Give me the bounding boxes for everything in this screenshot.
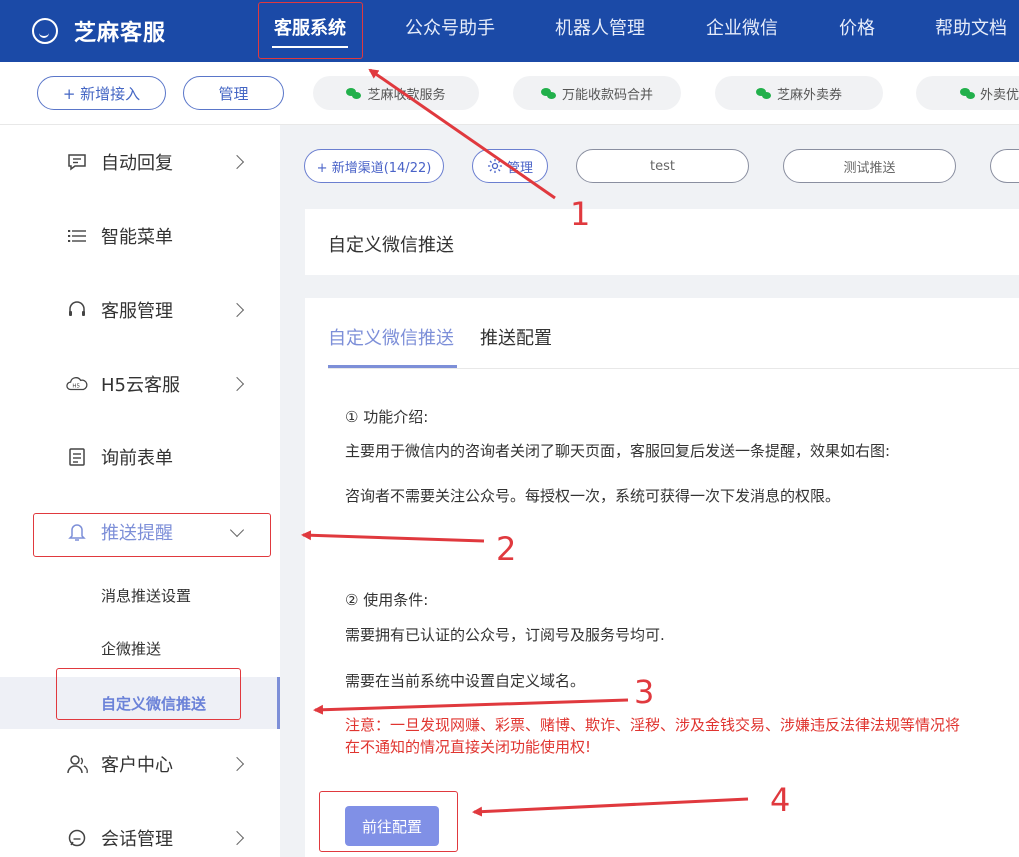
sidebar-item-label: 客户中心 (101, 755, 173, 776)
sidebar-item-push-reminder[interactable]: 推送提醒 (0, 512, 280, 552)
tab-custom-wechat-push[interactable]: 自定义微信推送 (328, 324, 454, 350)
sidebar-item-customer-center[interactable]: 客户中心 (0, 744, 280, 784)
add-access-button[interactable]: + 新增接入 (37, 76, 166, 110)
cloud-icon: H5 (66, 374, 88, 394)
sidebar-item-session-management[interactable]: 会话管理 (0, 818, 280, 857)
nav-customer-service-system[interactable]: 客服系统 (258, 0, 362, 62)
annotation-number: 4 (770, 781, 791, 819)
annotation-number: 3 (634, 673, 655, 711)
sidebar-item-label: 智能菜单 (101, 227, 173, 248)
nav-robot-management[interactable]: 机器人管理 (555, 0, 645, 62)
mini-app-chip[interactable]: 芝麻外卖券 (715, 76, 883, 110)
chevron-right-icon (229, 756, 245, 772)
intro-heading: ① 功能介绍: (345, 408, 429, 426)
sidebar-item-auto-reply[interactable]: 自动回复 (0, 142, 280, 182)
sidebar-item-pre-chat-form[interactable]: 询前表单 (0, 437, 280, 477)
go-configure-button[interactable]: 前往配置 (345, 806, 439, 846)
sidebar-item-h5-cloud-service[interactable]: H5 H5云客服 (0, 364, 280, 404)
sidebar-item-smart-menu[interactable]: 智能菜单 (0, 216, 280, 256)
wechat-icon (755, 87, 771, 99)
form-icon (66, 447, 88, 467)
sidebar-item-label: 会话管理 (101, 829, 173, 850)
chevron-right-icon (229, 376, 245, 392)
manage-channel-button[interactable]: 管理 (472, 149, 548, 183)
user-icon (66, 754, 88, 774)
annotation-number: 1 (570, 195, 591, 233)
sidebar-subitem-message-push-settings[interactable]: 消息推送设置 (0, 575, 280, 615)
page-title: 自定义微信推送 (328, 235, 454, 256)
svg-text:H5: H5 (72, 384, 80, 390)
channel-chip[interactable]: 测试推送 (783, 149, 956, 183)
channel-chip[interactable] (990, 149, 1019, 183)
intro-text: 咨询者不需要关注公众号。每授权一次，系统可获得一次下发消息的权限。 (345, 487, 841, 505)
sidebar-item-agent-management[interactable]: 客服管理 (0, 290, 280, 330)
logo-smile-icon (32, 18, 58, 44)
mini-app-chip[interactable]: 外卖优 (916, 76, 1019, 110)
warning-notice: 注意：一旦发现网赚、彩票、赌博、欺诈、淫秽、涉及金钱交易、涉嫌违反法律法规等情况… (345, 716, 961, 756)
annotation-number: 2 (496, 530, 517, 568)
conditions-heading: ② 使用条件: (345, 591, 429, 609)
sidebar-subitem-label: 消息推送设置 (101, 586, 192, 605)
nav-help-docs[interactable]: 帮助文档 (935, 0, 1007, 62)
message-icon (66, 828, 88, 848)
sidebar-item-label: 询前表单 (101, 448, 173, 469)
sidebar-item-label: 推送提醒 (101, 523, 173, 544)
chevron-right-icon (229, 302, 245, 318)
wechat-icon (540, 87, 556, 99)
sidebar-subitem-wecom-push[interactable]: 企微推送 (0, 628, 280, 668)
sidebar-subitem-label: 企微推送 (101, 639, 162, 658)
app-logo[interactable]: 芝麻客服 (32, 15, 166, 47)
sidebar-subitem-label: 自定义微信推送 (101, 694, 207, 713)
main-content: + 新增渠道(14/22) 管理 test 测试推送 自定义微信推送 自定义微信… (280, 125, 1019, 857)
wechat-icon (960, 87, 975, 99)
sidebar-item-label: H5云客服 (101, 375, 180, 396)
content-card: 自定义微信推送 推送配置 ① 功能介绍: 主要用于微信内的咨询者关闭了聊天页面，… (305, 298, 1019, 857)
wechat-icon (346, 87, 362, 99)
chevron-right-icon (229, 830, 245, 846)
add-channel-button[interactable]: + 新增渠道(14/22) (304, 149, 444, 183)
sidebar-item-label: 自动回复 (101, 153, 173, 174)
app-name: 芝麻客服 (74, 21, 167, 46)
tab-push-config[interactable]: 推送配置 (480, 324, 552, 350)
bell-icon (66, 522, 88, 542)
nav-wecom[interactable]: 企业微信 (706, 0, 778, 62)
mini-app-chip[interactable]: 芝麻收款服务 (313, 76, 479, 110)
manage-access-button[interactable]: 管理 (183, 76, 284, 110)
chat-icon (66, 152, 88, 172)
sidebar-subitem-custom-wechat-push[interactable]: 自定义微信推送 (0, 677, 280, 729)
active-tab-indicator (328, 365, 457, 368)
mini-app-chip[interactable]: 万能收款码合并 (513, 76, 681, 110)
list-icon (66, 226, 88, 246)
account-bar: + 新增接入 管理 芝麻收款服务 万能收款码合并 芝麻外卖券 外卖优 (0, 62, 1019, 125)
conditions-text: 需要拥有已认证的公众号，订阅号及服务号均可. (345, 626, 665, 644)
tab-bar: 自定义微信推送 推送配置 (328, 298, 1019, 369)
intro-text: 主要用于微信内的咨询者关闭了聊天页面，客服回复后发送一条提醒，效果如右图: (345, 442, 891, 460)
nav-pricing[interactable]: 价格 (839, 0, 875, 62)
sidebar: 自动回复 智能菜单 客服管理 H5 H5云客服 询前表单 推送提醒 消息推送设置… (0, 125, 280, 857)
gear-icon (487, 159, 502, 173)
headset-icon (66, 300, 88, 320)
sidebar-item-label: 客服管理 (101, 301, 173, 322)
nav-official-account-assistant[interactable]: 公众号助手 (405, 0, 495, 62)
chevron-right-icon (229, 154, 245, 170)
chevron-down-icon (229, 522, 245, 538)
conditions-text: 需要在当前系统中设置自定义域名。 (345, 672, 586, 690)
channel-chip[interactable]: test (576, 149, 749, 183)
page-header-card: 自定义微信推送 (305, 209, 1019, 275)
top-navigation-bar: 芝麻客服 客服系统 公众号助手 机器人管理 企业微信 价格 帮助文档 (0, 0, 1019, 62)
